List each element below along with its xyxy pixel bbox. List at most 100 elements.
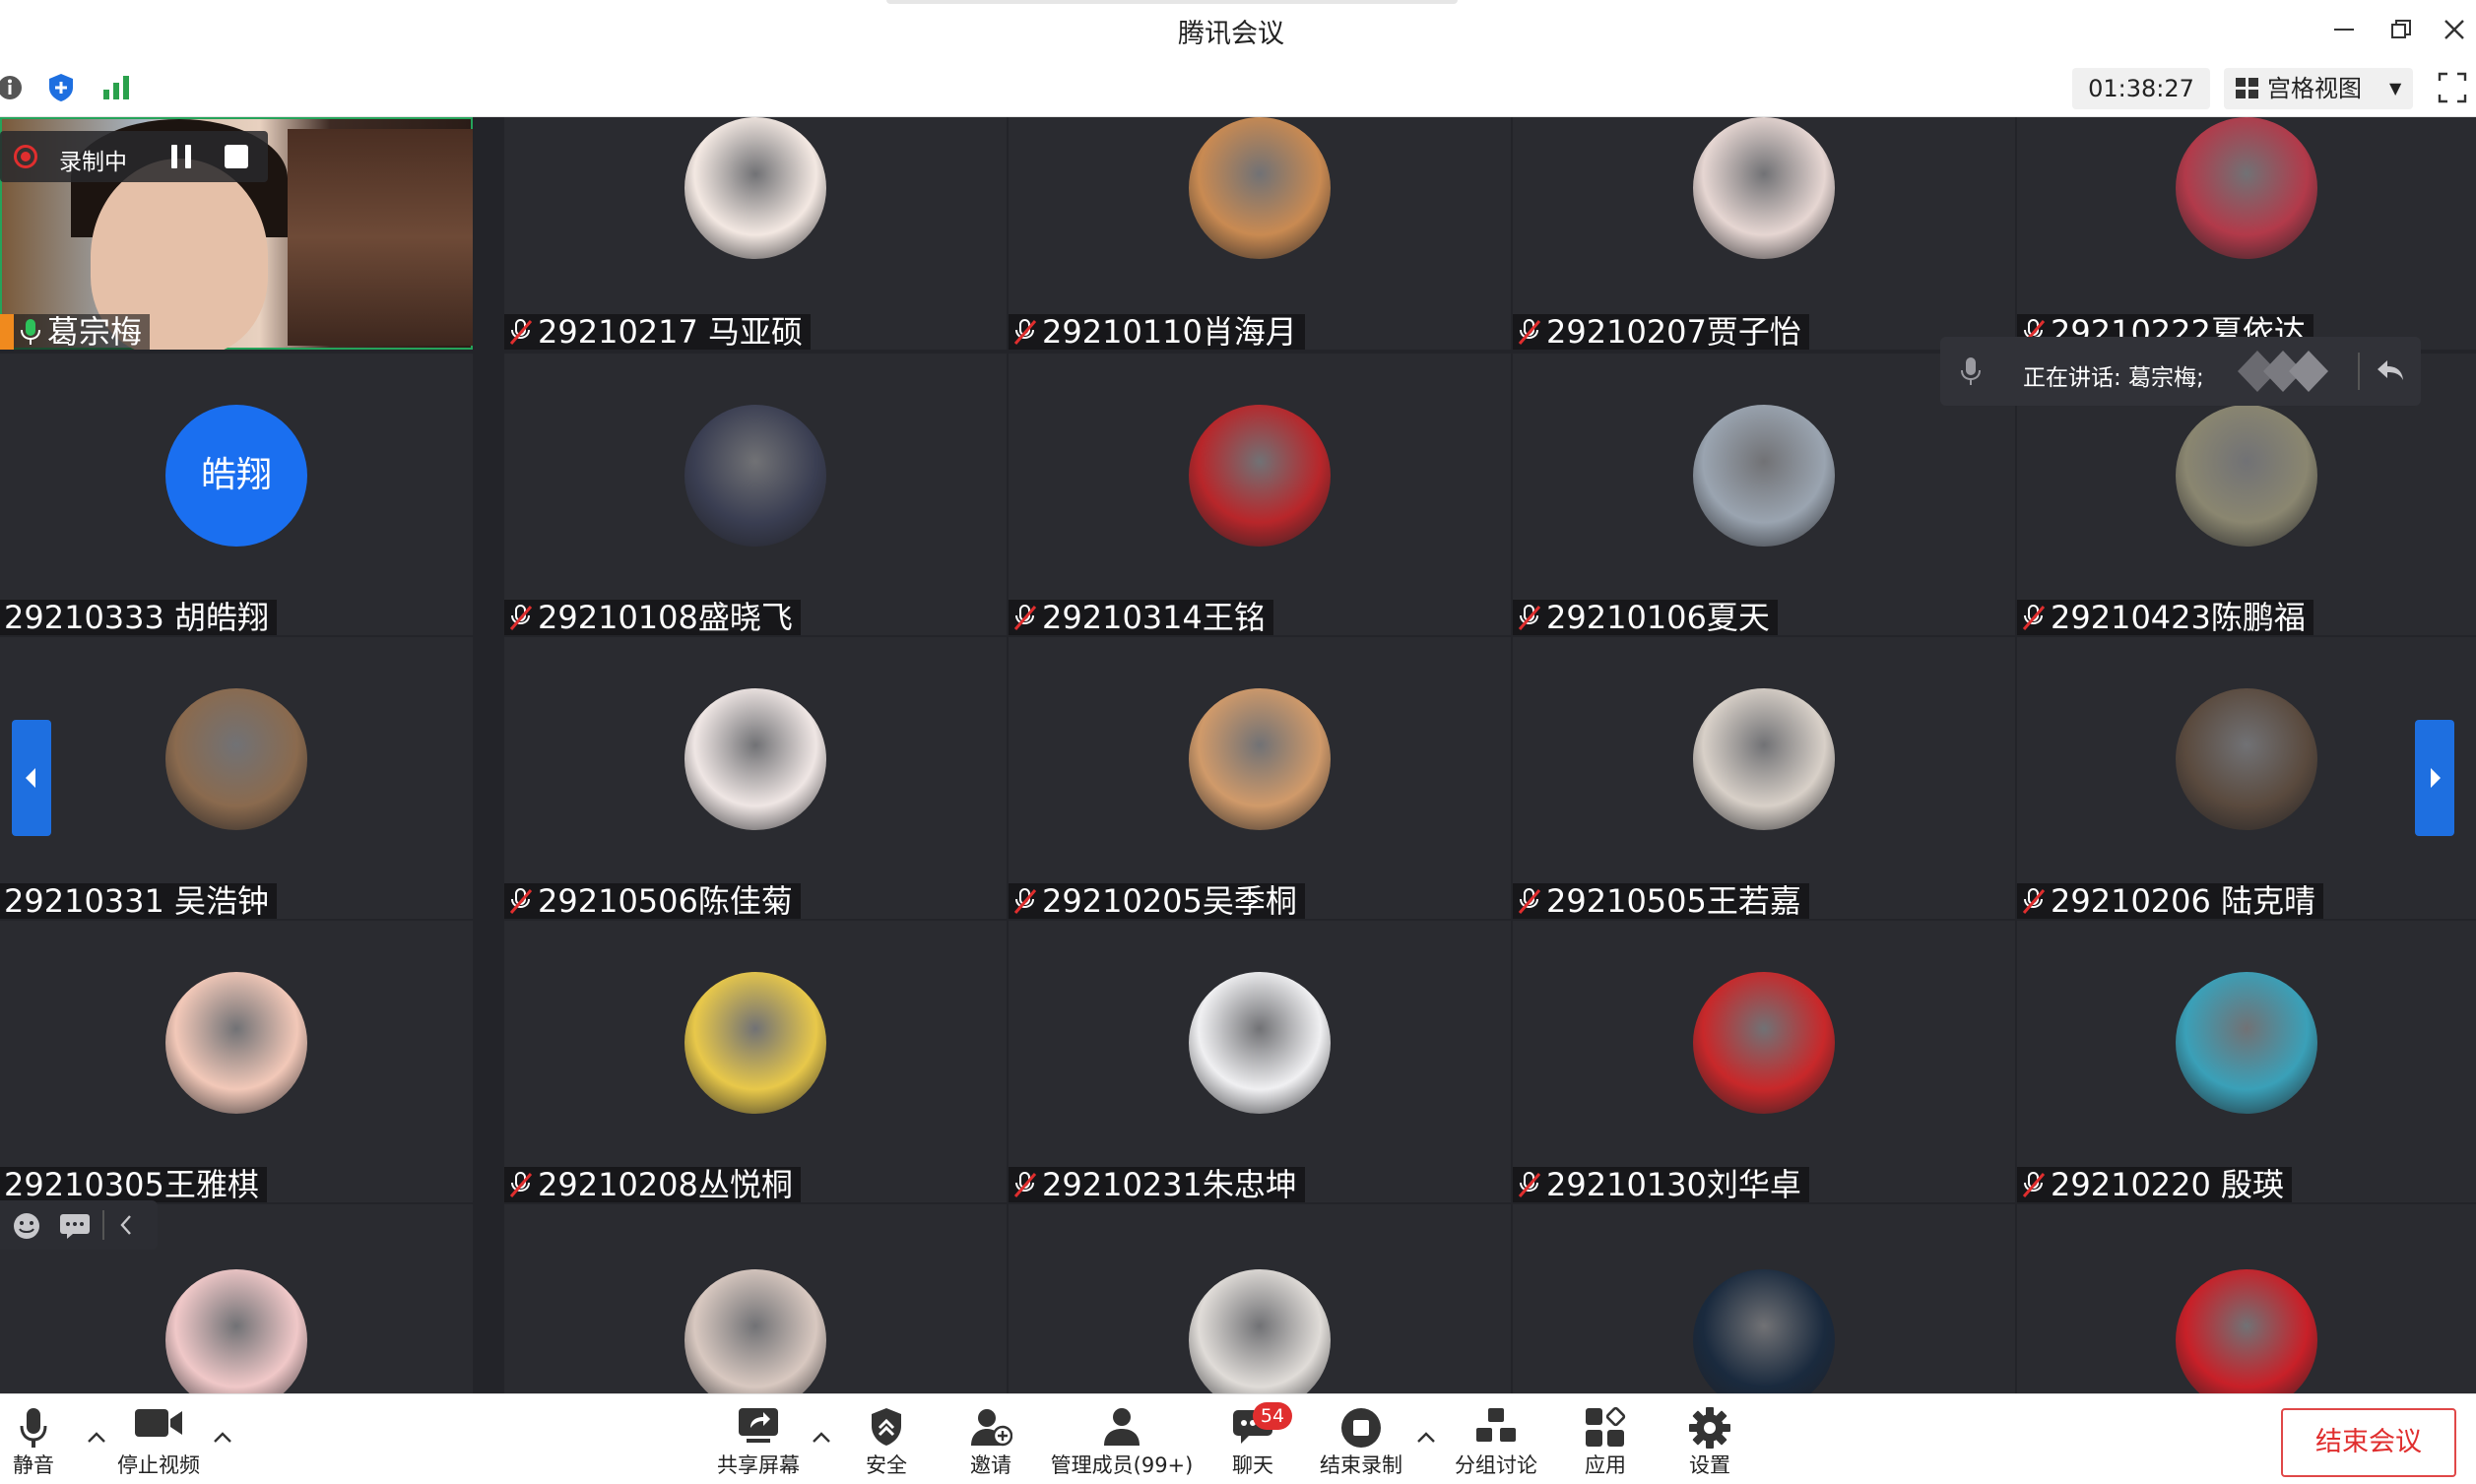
chevron-left-icon[interactable]: [118, 1214, 134, 1236]
mute-button[interactable]: 静音: [4, 1402, 63, 1484]
participant-name-bar: 29210305王雅棋: [0, 1167, 267, 1202]
participant-name: 29210208丛悦桐: [538, 1166, 793, 1202]
participant-tile[interactable]: 29210130刘华卓: [1513, 921, 2015, 1202]
mic-muted-icon: [509, 888, 533, 914]
participant-avatar: [165, 972, 307, 1114]
participant-name: 29210217 马亚硕: [538, 313, 804, 350]
security-button[interactable]: 安全: [855, 1402, 918, 1484]
participant-tile[interactable]: 皓翔 29210333 胡皓翔: [0, 354, 473, 635]
participant-name-bar: 29210331 吴浩钟: [0, 882, 278, 919]
settings-button[interactable]: 设置: [1678, 1402, 1741, 1484]
mic-muted-icon: [2022, 605, 2046, 630]
participant-avatar: [165, 1269, 307, 1393]
participant-tile[interactable]: 29210222夏依达: [2017, 117, 2476, 350]
message-icon[interactable]: [59, 1212, 91, 1240]
participant-tile[interactable]: 29210506陈佳菊: [504, 637, 1007, 919]
participant-name: 29210305王雅棋: [4, 1166, 259, 1202]
invite-button[interactable]: 邀请: [959, 1402, 1022, 1484]
pause-icon[interactable]: [165, 141, 197, 172]
apps-button[interactable]: 应用: [1574, 1402, 1637, 1484]
stop-record-icon: [1341, 1408, 1381, 1448]
manage-members-label: 管理成员(99+): [1050, 1453, 1194, 1477]
speaking-indicator: 正在讲话: 葛宗梅;: [1940, 337, 2421, 406]
mic-muted-icon: [1013, 888, 1037, 914]
fullscreen-icon[interactable]: [2437, 70, 2468, 105]
restore-button[interactable]: [2379, 10, 2423, 49]
participant-tile[interactable]: 29210110肖海月: [1009, 117, 1511, 350]
stop-video-button[interactable]: 停止视频: [108, 1402, 209, 1484]
title-bar: 腾讯会议: [0, 0, 2476, 60]
participant-tile[interactable]: [2017, 1204, 2476, 1393]
minimize-button[interactable]: [2322, 10, 2366, 49]
participant-tile[interactable]: 29210205吴季桐: [1009, 637, 1511, 919]
recording-label: 录制中: [59, 150, 127, 175]
settings-label: 设置: [1689, 1453, 1730, 1477]
stop-icon[interactable]: [221, 141, 252, 172]
chat-unread-badge: 54: [1253, 1402, 1292, 1430]
participant-tile[interactable]: 29210208丛悦桐: [504, 921, 1007, 1202]
participant-name: 29210423陈鹏福: [2051, 599, 2306, 635]
divider: [102, 1210, 104, 1240]
caret-up-icon[interactable]: [211, 1428, 234, 1446]
participant-tile[interactable]: 29210206 陆克晴: [2017, 637, 2476, 919]
view-layout-label: 宫格视图: [2267, 75, 2362, 102]
participant-tile[interactable]: [1513, 1204, 2015, 1393]
participant-name-bar: 29210106夏天: [1513, 600, 1778, 635]
participant-avatar: [1693, 1269, 1835, 1393]
caret-up-icon[interactable]: [1414, 1428, 1438, 1446]
participant-name-bar: 29210423陈鹏福: [2017, 600, 2313, 635]
previous-page-button[interactable]: [12, 720, 51, 836]
participant-name-bar: 29210110肖海月: [1009, 314, 1305, 350]
members-icon: [1104, 1408, 1140, 1446]
participant-name: 29210130刘华卓: [1546, 1166, 1801, 1202]
participant-name: 29210220 殷瑛: [2051, 1166, 2285, 1202]
mic-active-icon: [21, 319, 40, 345]
view-layout-dropdown[interactable]: 宫格视图 ▼: [2224, 68, 2413, 109]
participant-name: 29210331 吴浩钟: [4, 882, 270, 919]
collapse-arrow-icon[interactable]: [2376, 356, 2405, 384]
participant-tile[interactable]: 29210331 吴浩钟: [0, 637, 473, 919]
participant-tile[interactable]: 录制中 葛宗梅: [0, 117, 473, 350]
emoji-icon[interactable]: [12, 1211, 41, 1241]
participant-tile[interactable]: 29210231朱忠坤: [1009, 921, 1511, 1202]
participant-name-bar: 29210505王若嘉: [1513, 883, 1809, 919]
participant-name: 29210205吴季桐: [1042, 882, 1297, 919]
close-button[interactable]: [2433, 10, 2476, 49]
participant-avatar: [1693, 117, 1835, 259]
participant-tile[interactable]: 29210220 殷瑛: [2017, 921, 2476, 1202]
participant-name: 29210231朱忠坤: [1042, 1166, 1297, 1202]
caret-up-icon[interactable]: [810, 1428, 833, 1446]
microphone-icon: [1961, 357, 1981, 385]
breakout-rooms-button[interactable]: 分组讨论: [1450, 1402, 1542, 1484]
shield-icon[interactable]: [45, 72, 77, 103]
end-meeting-button[interactable]: 结束会议: [2281, 1408, 2456, 1477]
next-page-button[interactable]: [2415, 720, 2454, 836]
participant-avatar: [1189, 1269, 1331, 1393]
participant-tile[interactable]: 29210305王雅棋: [0, 921, 473, 1202]
signal-icon[interactable]: [100, 72, 132, 103]
invite-label: 邀请: [970, 1453, 1011, 1477]
speaking-text: 正在讲话: 葛宗梅;: [2023, 365, 2204, 391]
recording-bar: 录制中: [0, 131, 268, 182]
participant-tile[interactable]: 29210217 马亚硕: [504, 117, 1007, 350]
end-recording-button[interactable]: 结束录制: [1314, 1402, 1408, 1484]
participant-tile[interactable]: 29210505王若嘉: [1513, 637, 2015, 919]
caret-up-icon[interactable]: [85, 1428, 108, 1446]
share-screen-button[interactable]: 共享屏幕: [711, 1402, 806, 1484]
bookshelf: [288, 129, 473, 346]
drag-handle[interactable]: [886, 0, 1458, 4]
participant-tile[interactable]: 29210108盛晓飞: [504, 354, 1007, 635]
participant-name-bar: 29210217 马亚硕: [504, 313, 812, 350]
manage-members-button[interactable]: 管理成员(99+): [1048, 1402, 1196, 1484]
participant-tile[interactable]: 29210207贾子怡: [1513, 117, 2015, 350]
info-icon[interactable]: [0, 72, 26, 103]
caret-left-icon: [26, 768, 35, 788]
mic-muted-icon: [1518, 605, 1541, 630]
mute-label: 静音: [13, 1453, 54, 1477]
participant-tile[interactable]: [504, 1204, 1007, 1393]
mic-muted-icon: [1013, 1172, 1037, 1197]
meeting-timer: 01:38:27: [2072, 68, 2210, 109]
participant-name-bar: 29210207贾子怡: [1513, 314, 1809, 350]
participant-tile[interactable]: 29210314王铭: [1009, 354, 1511, 635]
participant-tile[interactable]: [1009, 1204, 1511, 1393]
